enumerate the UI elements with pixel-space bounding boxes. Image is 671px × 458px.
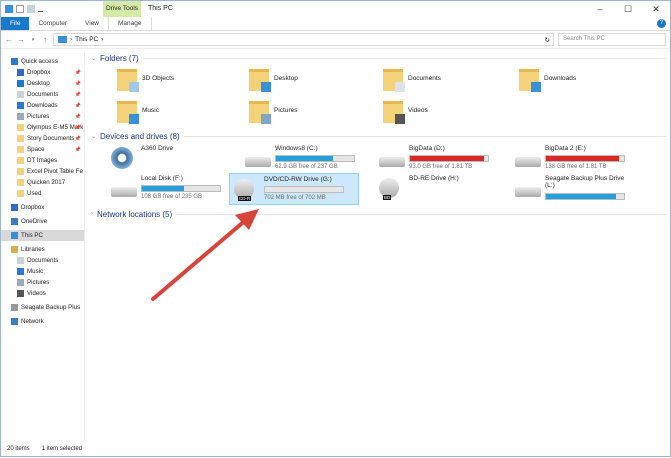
selection-count: 1 item selected (41, 446, 83, 452)
red-annotation-arrow (151, 209, 259, 301)
status-bar: 20 items 1 item selected (1, 442, 670, 456)
file-explorer-window: Drive Tools This PC – ☐ ✕ File Computer … (0, 0, 671, 457)
item-count: 20 items (7, 446, 30, 452)
